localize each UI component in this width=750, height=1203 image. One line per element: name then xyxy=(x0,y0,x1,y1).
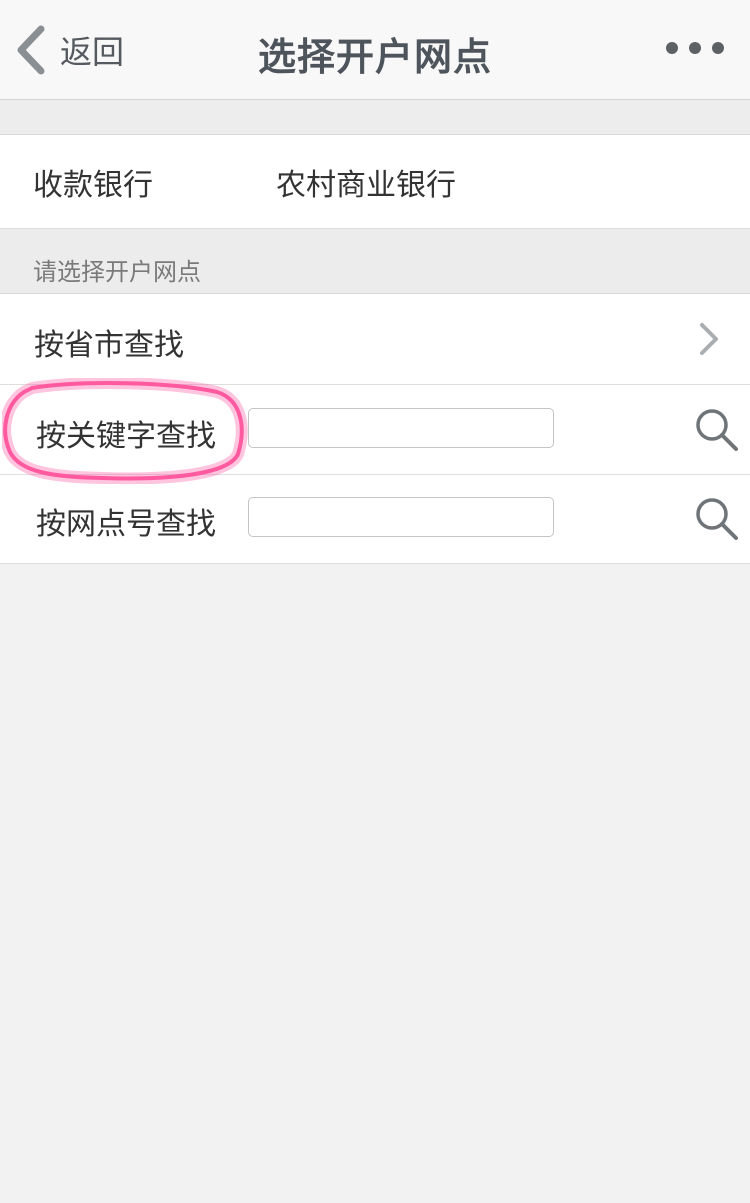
navbar: 返回 选择开户网点 xyxy=(0,0,750,100)
keyword-input[interactable] xyxy=(248,408,554,448)
search-by-region-row[interactable]: 按省市查找 xyxy=(0,294,750,385)
page: 返回 选择开户网点 收款银行 农村商业银行 请选择开户网点 按省市查找 按关键字… xyxy=(0,0,750,1203)
more-button[interactable] xyxy=(666,40,724,56)
page-title: 选择开户网点 xyxy=(257,35,492,79)
spacer xyxy=(0,100,750,135)
more-dot xyxy=(712,42,724,54)
search-by-branch-number-row: 按网点号查找 xyxy=(0,475,750,564)
more-dot xyxy=(666,42,678,54)
bank-value: 农村商业银行 xyxy=(276,168,456,203)
search-icon[interactable] xyxy=(694,496,740,542)
search-icon[interactable] xyxy=(694,407,740,453)
bank-label: 收款银行 xyxy=(33,168,153,203)
search-by-branch-number-label: 按网点号查找 xyxy=(36,507,216,542)
search-by-keyword-label: 按关键字查找 xyxy=(36,419,216,454)
search-by-keyword-row: 按关键字查找 xyxy=(0,385,750,475)
bank-row: 收款银行 农村商业银行 xyxy=(0,135,750,229)
section-header: 请选择开户网点 xyxy=(0,229,750,294)
search-by-region-label: 按省市查找 xyxy=(34,328,184,363)
more-dot xyxy=(689,42,701,54)
section-header-text: 请选择开户网点 xyxy=(33,258,201,286)
branch-number-input[interactable] xyxy=(248,497,554,537)
chevron-right-icon xyxy=(700,323,718,355)
